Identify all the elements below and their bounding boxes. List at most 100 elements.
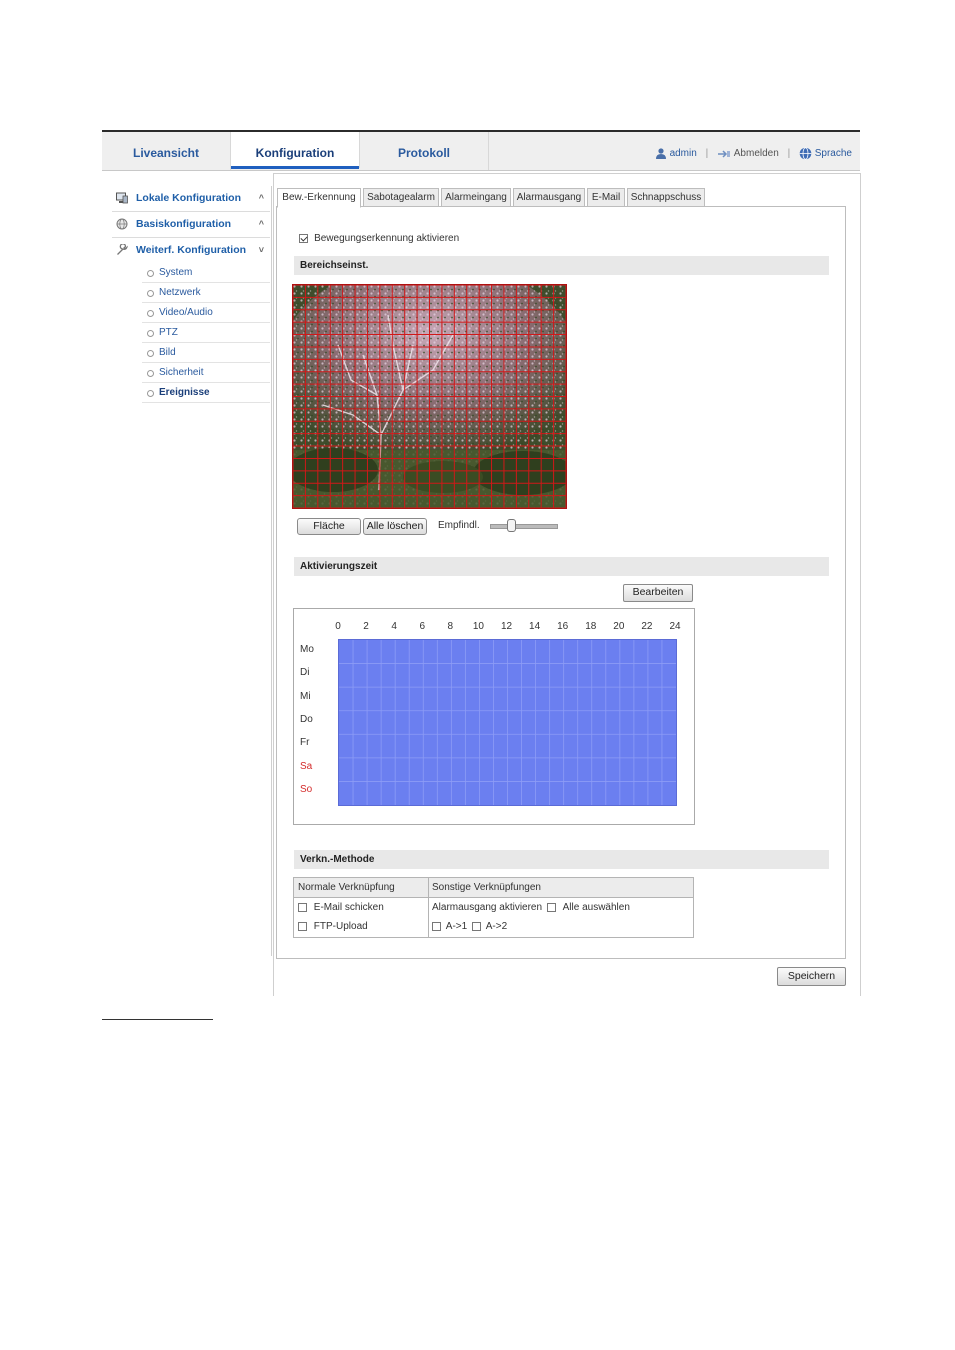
sidebar-item-ptz[interactable]: PTZ [142, 323, 270, 343]
save-button[interactable]: Speichern [777, 967, 846, 986]
day-label-so: So [300, 784, 313, 795]
sidebar-item-system[interactable]: System [142, 263, 270, 283]
linking-method-header: Verkn.-Methode [294, 850, 829, 869]
hour-label: 8 [447, 621, 454, 632]
area-settings-header: Bereichseinst. [294, 256, 829, 275]
sidebar-item-label: Sicherheit [159, 367, 204, 378]
select-all-label: Alle auswählen [562, 902, 630, 913]
enable-motion-checkbox[interactable] [299, 233, 308, 243]
sensitivity-slider-track[interactable] [490, 524, 558, 529]
chevron-up-icon: ^ [258, 219, 264, 229]
sidebar-item-netzwerk[interactable]: Netzwerk [142, 283, 270, 303]
camera-preview [293, 285, 566, 508]
col-other-linkage: Sonstige Verknüpfungen [432, 882, 541, 893]
sidebar-section-local-config[interactable]: Lokale Konfiguration ^ [112, 186, 270, 212]
language-globe-icon [799, 147, 812, 160]
sidebar-item-label: System [159, 267, 193, 278]
day-label-do: Do [300, 714, 313, 725]
day-label-mi: Mi [300, 691, 311, 702]
tab-snapshot[interactable]: Schnappschuss [627, 188, 705, 207]
bullet-icon [147, 370, 154, 377]
activation-time-header: Aktivierungszeit [294, 557, 829, 576]
hour-label: 14 [529, 621, 541, 632]
day-label-sa: Sa [300, 761, 313, 772]
ftp-checkbox[interactable] [298, 922, 307, 931]
output-2-checkbox[interactable] [471, 922, 481, 931]
sidebar-section-basic-config[interactable]: Basiskonfiguration ^ [112, 212, 270, 238]
ftp-row[interactable]: FTP-Upload [298, 921, 368, 932]
sidebar-item-label: Video/Audio [159, 307, 213, 318]
user-area: admin | Abmelden | Sprache [655, 147, 852, 160]
hour-label: 0 [335, 621, 341, 632]
sidebar-item-label: Netzwerk [159, 287, 201, 298]
hour-label: 24 [669, 621, 681, 632]
sidebar-item-sicherheit[interactable]: Sicherheit [142, 363, 270, 383]
logout-icon [717, 149, 730, 158]
hour-label: 20 [613, 621, 625, 632]
chevron-up-icon: ^ [258, 193, 264, 203]
active-tab-underline [231, 166, 359, 169]
sidebar: Lokale Konfiguration ^ Basiskonfiguratio… [112, 186, 270, 403]
separator: | [787, 148, 791, 159]
tab-protokoll[interactable]: Protokoll [360, 132, 489, 170]
bullet-icon [147, 390, 154, 397]
edit-schedule-button[interactable]: Bearbeiten [623, 584, 693, 602]
email-row[interactable]: E-Mail schicken [298, 902, 384, 913]
sidebar-item-label: Bild [159, 347, 176, 358]
bullet-icon [147, 350, 154, 357]
area-button[interactable]: Fläche [297, 518, 361, 535]
bullet-icon [147, 270, 154, 277]
sidebar-section-advanced-config[interactable]: Weiterf. Konfiguration ˅ [112, 238, 270, 263]
sidebar-item-ereignisse[interactable]: Ereignisse [142, 383, 270, 403]
hour-label: 16 [557, 621, 569, 632]
hour-label: 4 [391, 621, 397, 632]
email-checkbox[interactable] [298, 903, 307, 912]
username-link[interactable]: admin [670, 148, 697, 159]
tab-alarm-input[interactable]: Alarmeingang [441, 188, 511, 207]
sidebar-section-label: Weiterf. Konfiguration [136, 244, 247, 256]
tab-konfiguration-label: Konfiguration [255, 146, 335, 160]
hour-label: 2 [363, 621, 369, 632]
tab-alarm-output[interactable]: Alarmausgang [513, 188, 585, 207]
language-link[interactable]: Sprache [815, 148, 852, 159]
day-label-fr: Fr [300, 737, 310, 748]
hour-label: 10 [472, 621, 484, 632]
sidebar-item-label: Ereignisse [159, 387, 210, 398]
email-label: E-Mail schicken [313, 902, 384, 913]
output-1-checkbox[interactable] [432, 922, 441, 931]
user-icon [655, 148, 666, 159]
motion-area-video[interactable] [292, 284, 567, 509]
footnote-divider [102, 1019, 213, 1020]
output-2-label: A->2 [485, 921, 508, 932]
hour-label: 12 [500, 621, 513, 632]
separator: | [705, 148, 709, 159]
alarm-output-label: Alarmausgang aktivieren [432, 902, 543, 913]
tab-tamper-alarm[interactable]: Sabotagealarm [363, 188, 439, 207]
linking-table: Normale Verknüpfung Sonstige Verknüpfung… [293, 877, 694, 938]
alarm-output-options: A->1 A->2 [432, 921, 507, 932]
bullet-icon [147, 290, 154, 297]
sidebar-item-video-audio[interactable]: Video/Audio [142, 303, 270, 323]
sensitivity-label: Empfindl. [438, 520, 480, 531]
hour-label: 22 [641, 621, 653, 632]
logout-link[interactable]: Abmelden [734, 148, 779, 159]
enable-motion-row[interactable]: Bewegungserkennung aktivieren [299, 232, 459, 244]
col-normal-linkage: Normale Verknüpfung [298, 882, 395, 893]
select-all-checkbox[interactable] [546, 903, 556, 912]
tab-liveansicht[interactable]: Liveansicht [102, 132, 231, 170]
monitor-icon [116, 192, 128, 204]
sidebar-item-bild[interactable]: Bild [142, 343, 270, 363]
globe-icon [116, 218, 128, 230]
clear-all-button[interactable]: Alle löschen [363, 518, 427, 535]
day-label-di: Di [300, 667, 310, 678]
top-navigation-bar: Liveansicht Konfiguration Protokoll admi… [102, 130, 860, 171]
enable-motion-label: Bewegungserkennung aktivieren [314, 232, 460, 244]
sidebar-item-label: PTZ [159, 327, 178, 338]
sensitivity-slider-handle[interactable] [507, 519, 517, 532]
day-label-mo: Mo [300, 644, 314, 655]
tab-email[interactable]: E-Mail [587, 188, 625, 207]
schedule-grid[interactable] [338, 639, 677, 806]
sidebar-section-label: Lokale Konfiguration [136, 192, 241, 204]
tab-motion-detection[interactable]: Bew.-Erkennung [277, 188, 361, 208]
tab-konfiguration[interactable]: Konfiguration [231, 132, 360, 169]
